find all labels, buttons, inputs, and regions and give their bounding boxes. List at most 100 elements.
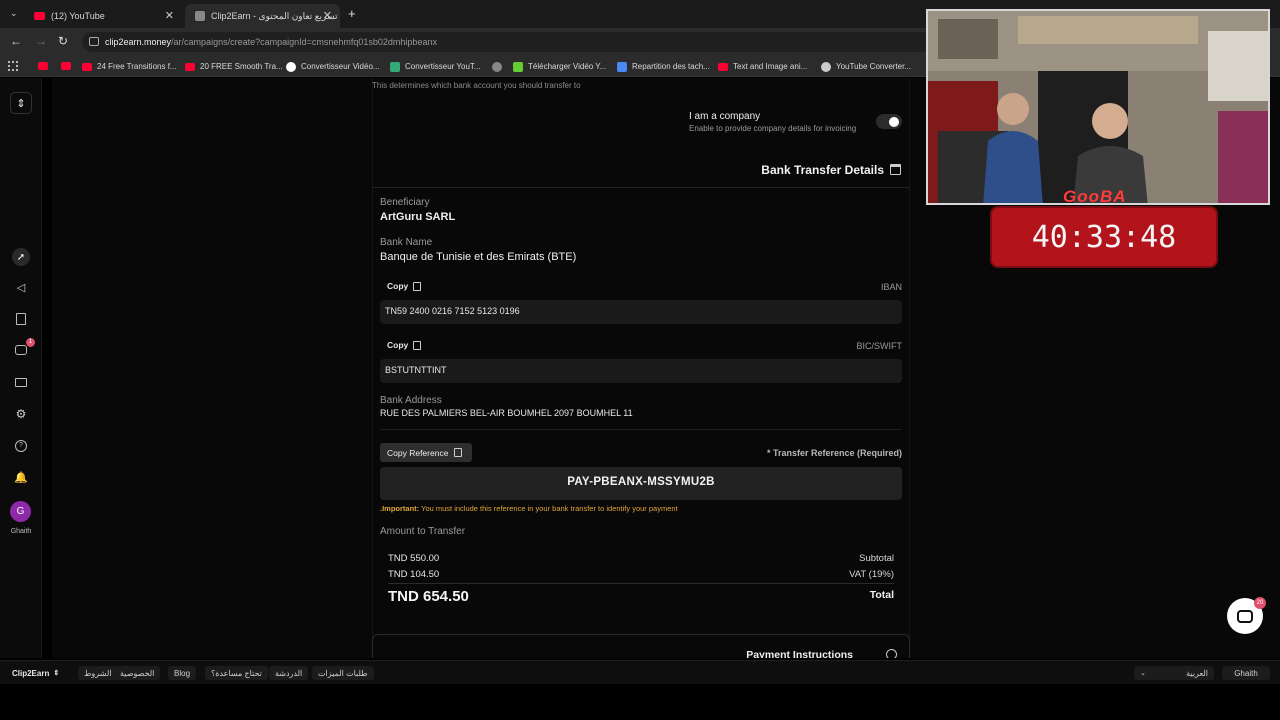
language-select[interactable]: ⌄ العربية	[1134, 666, 1214, 680]
youtube-icon	[185, 62, 195, 71]
section-divider-top	[372, 187, 910, 188]
amount-label: Amount to Transfer	[380, 526, 466, 537]
footer-link-feature-requests[interactable]: طلبات الميزات	[312, 666, 374, 680]
bank-address-value: RUE DES PALMIERS BEL-AIR BOUMHEL 2097 BO…	[380, 408, 633, 418]
gear-icon[interactable]: ⚙	[13, 407, 29, 423]
chevron-down-icon: ⌄	[1140, 670, 1146, 677]
subtotal-label: Subtotal	[859, 553, 894, 564]
webcam-scene-image	[928, 11, 1268, 203]
close-tab-icon[interactable]: ✕	[323, 9, 332, 22]
back-arrow-icon[interactable]: ←	[10, 34, 22, 48]
bell-icon[interactable]: 🔔	[13, 471, 29, 487]
forward-arrow-icon[interactable]: →	[35, 34, 47, 48]
close-tab-icon[interactable]: ✕	[165, 9, 174, 22]
tab-title: (12) YouTube	[51, 11, 105, 21]
site-info-icon[interactable]	[89, 37, 99, 46]
footer-link-help[interactable]: تحتاج مساعدة؟	[205, 666, 268, 680]
new-tab-icon[interactable]: +	[348, 6, 356, 21]
bookmark-item[interactable]: 24 Free Transitions f...	[82, 59, 177, 74]
reference-value: PAY-PBEANX-MSSYMU2B	[567, 476, 715, 488]
timer-value: 40:33:48	[1031, 220, 1177, 255]
copy-iban-button[interactable]: Copy	[387, 281, 422, 291]
vat-value: TND 104.50	[388, 569, 440, 580]
bottom-bar: Clip2Earn ⇕ الشروط الخصوصية Blog تحتاج م…	[0, 660, 1280, 684]
updown-chevron-icon: ⇕	[53, 670, 60, 677]
tab-clip2earn[interactable]: Clip2Earn - تسريع تعاون المحتوى ✕	[185, 4, 340, 28]
webcam-overlay	[926, 9, 1270, 205]
help-icon[interactable]: ?	[15, 440, 27, 452]
copy-icon	[454, 448, 463, 457]
reload-icon[interactable]: ↻	[58, 34, 68, 48]
address-divider	[380, 429, 902, 430]
iban-field[interactable]: TN59 2400 0216 7152 5123 0196	[380, 300, 902, 324]
gooba-logo: GooBA	[1063, 187, 1127, 206]
bookmark-item[interactable]: Convertisseur Vidéo...	[286, 59, 380, 74]
reference-note: .Important: You must include this refere…	[380, 504, 678, 513]
megaphone-icon[interactable]: ◁	[13, 281, 29, 297]
copy-icon	[413, 281, 422, 291]
bank-building-icon	[890, 164, 901, 175]
beneficiary-value: ArtGuru SARL	[380, 211, 456, 223]
brand-switcher[interactable]: Clip2Earn ⇕	[6, 666, 65, 680]
chat-icon[interactable]	[15, 345, 27, 355]
apps-grid-icon[interactable]	[8, 61, 18, 71]
toggle-knob	[889, 117, 899, 127]
bookmark-item[interactable]: 20 FREE Smooth Tra...	[185, 59, 283, 74]
download-icon	[513, 61, 523, 72]
youtube-icon[interactable]	[61, 62, 71, 70]
beneficiary-label: Beneficiary	[380, 197, 430, 208]
iban-value: TN59 2400 0216 7152 5123 0196	[385, 306, 520, 316]
bic-field[interactable]: BSTUTNTTINT	[380, 359, 902, 383]
compass-icon[interactable]: ➚	[12, 248, 30, 266]
reference-note-text: You must include this reference in your …	[421, 504, 678, 513]
tab-youtube[interactable]: (12) YouTube ✕	[22, 4, 182, 28]
bookmark-item[interactable]: Convertisseur YouT...	[390, 59, 481, 74]
company-toggle-subtitle: Enable to provide company details for in…	[689, 124, 857, 133]
notification-badge: 1	[26, 338, 35, 347]
total-divider	[388, 583, 894, 584]
youtube-icon	[718, 62, 728, 71]
clip2earn-favicon-icon	[195, 11, 205, 21]
google-icon	[286, 61, 296, 72]
subtotal-value: TND 550.00	[388, 553, 440, 564]
bank-name-value: Banque de Tunisie et des Emirats (BTE)	[380, 251, 577, 263]
youtube-icon[interactable]	[38, 62, 48, 70]
globe-icon	[492, 61, 502, 72]
url-host: clip2earn.money	[105, 37, 172, 47]
bookmark-item[interactable]	[492, 59, 507, 74]
avatar[interactable]: G	[10, 501, 31, 522]
copy-bic-button[interactable]: Copy	[387, 340, 422, 350]
bank-name-label: Bank Name	[380, 237, 433, 248]
globe-icon	[821, 61, 831, 72]
tab-list-chevron-icon[interactable]: ⌄	[10, 8, 18, 19]
user-menu[interactable]: Ghaith	[1222, 666, 1270, 680]
url-path: /ar/campaigns/create?campaignId=cmsnehmf…	[171, 37, 437, 47]
footer-link-privacy[interactable]: الخصوصية	[114, 666, 161, 680]
company-toggle-switch[interactable]	[876, 114, 902, 129]
address-bar[interactable]: clip2earn.money/ar/campaigns/create?camp…	[82, 32, 932, 52]
bookmark-item[interactable]: Text and Image ani...	[718, 59, 807, 74]
app-logo-icon[interactable]: ⇕	[10, 92, 32, 114]
reference-field[interactable]: PAY-PBEANX-MSSYMU2B	[380, 467, 902, 500]
bank-address-label: Bank Address	[380, 395, 442, 406]
total-value: TND 654.50	[388, 588, 469, 605]
bookmark-item[interactable]: Repartition des tach...	[617, 59, 710, 74]
user-name: Ghaith	[10, 528, 32, 535]
payment-instructions-card[interactable]: Payment Instructions	[372, 634, 910, 658]
footer-link-chat[interactable]: الدردشة	[269, 666, 309, 680]
copy-reference-button[interactable]: Copy Reference	[380, 443, 472, 462]
youtube-icon	[34, 12, 45, 20]
footer-link-terms[interactable]: الشروط	[78, 666, 118, 680]
bank-hint-text: This determines which bank account you s…	[372, 81, 581, 90]
total-label: Total	[869, 589, 894, 601]
mail-icon[interactable]	[15, 378, 27, 387]
converter-icon	[390, 61, 400, 72]
bookmark-item[interactable]: YouTube Converter...	[821, 59, 911, 74]
vat-label: VAT (19%)	[849, 569, 894, 580]
document-icon[interactable]	[16, 313, 26, 325]
docs-icon	[617, 61, 627, 72]
reference-note-bold: .Important:	[380, 504, 420, 513]
bic-value: BSTUTNTTINT	[385, 365, 447, 375]
footer-link-blog[interactable]: Blog	[168, 666, 197, 680]
bookmark-item[interactable]: Télécharger Vidéo Y...	[513, 59, 606, 74]
